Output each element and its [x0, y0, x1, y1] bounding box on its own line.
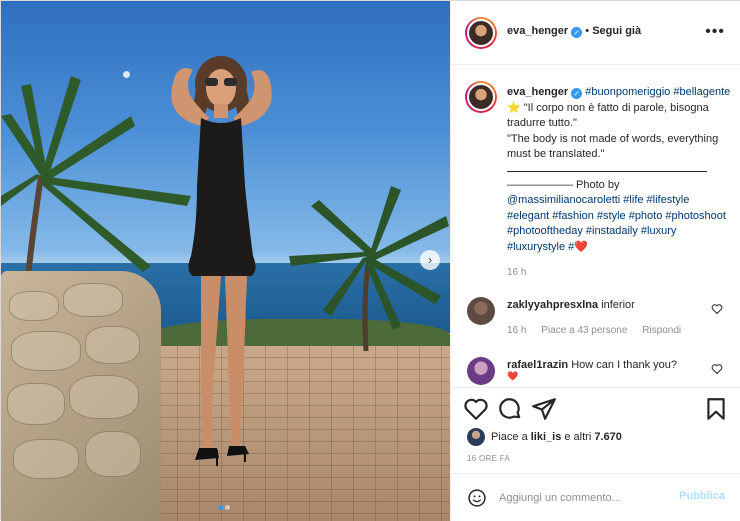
publish-button[interactable]: Pubblica — [679, 490, 725, 502]
heart-icon[interactable] — [711, 303, 723, 315]
likes-count[interactable]: 7.670 — [594, 431, 622, 443]
comment-text: inferior — [601, 299, 635, 311]
add-comment-bar: Pubblica — [451, 473, 740, 521]
avatar[interactable] — [467, 428, 485, 446]
instagram-post: › eva_henger ✓ • Segui già ••• eva_henge… — [0, 0, 740, 521]
heart-icon[interactable] — [711, 363, 723, 375]
chevron-right-icon[interactable]: › — [420, 250, 440, 270]
caption-avatar[interactable] — [465, 81, 497, 113]
comment-text: How can I thank you? — [571, 359, 678, 371]
credit-hashtags[interactable]: @massimilianocaroletti #life #lifestyle … — [507, 194, 726, 253]
bookmark-icon[interactable] — [703, 396, 729, 422]
follow-button[interactable]: Segui già — [592, 25, 641, 37]
heart-icon[interactable] — [463, 396, 489, 422]
verified-badge-icon: ✓ — [571, 88, 583, 99]
caption-username[interactable]: eva_henger — [507, 86, 568, 98]
action-bar: Piace a liki_is e altri 7.670 16 ORE FA — [451, 387, 740, 487]
carousel-dots — [217, 501, 231, 513]
star-emoji: ⭐ — [507, 101, 521, 114]
caption-time[interactable]: 16 h — [507, 265, 731, 281]
header-username[interactable]: eva_henger — [507, 25, 568, 37]
photo-credit-label: —————— Photo by — [507, 178, 620, 191]
carousel-dot — [225, 505, 230, 510]
caption-text-it: "Il corpo non è fatto di parole, bisogna… — [507, 101, 709, 130]
verified-badge-icon: ✓ — [571, 27, 583, 38]
comment-likes[interactable]: Piace a 43 persone — [541, 325, 627, 336]
post-photo[interactable]: › — [1, 1, 450, 521]
more-icon[interactable]: ••• — [705, 23, 725, 41]
avatar[interactable] — [467, 357, 495, 385]
comment-username[interactable]: rafael1razin — [507, 359, 568, 371]
hashtag-link[interactable]: #bellagente — [673, 86, 730, 98]
comment-input[interactable] — [499, 488, 669, 508]
likes-summary: Piace a liki_is e altri 7.670 — [467, 428, 622, 446]
share-icon[interactable] — [531, 396, 557, 422]
stone-wall — [1, 271, 161, 521]
post-side-panel: eva_henger ✓ • Segui già ••• eva_henger … — [450, 1, 740, 521]
heart-emoji: ❤️ — [574, 240, 588, 253]
comments-area: eva_henger ✓ #buonpomeriggio #bellagente… — [451, 65, 740, 387]
heart-emoji: ❤️ — [507, 371, 519, 381]
comment-icon[interactable] — [497, 396, 523, 422]
hashtag-link[interactable]: #buonpomeriggio — [585, 86, 670, 98]
caption-divider — [507, 170, 707, 172]
comment-username[interactable]: zaklyyahpresxlna — [507, 299, 598, 311]
carousel-dot — [218, 505, 223, 510]
caption-text-en: "The body is not made of words, everythi… — [507, 132, 719, 161]
post-header: eva_henger ✓ • Segui già ••• — [451, 1, 740, 65]
emoji-icon[interactable] — [467, 488, 487, 508]
comment-time[interactable]: 16 h — [507, 325, 526, 336]
liker-username[interactable]: liki_is — [531, 431, 562, 443]
post-date[interactable]: 16 ORE FA — [467, 454, 510, 463]
woman-figure — [171, 56, 272, 466]
avatar[interactable] — [465, 17, 497, 49]
reply-button[interactable]: Rispondi — [642, 325, 681, 336]
caption: eva_henger ✓ #buonpomeriggio #bellagente… — [507, 85, 731, 281]
avatar[interactable] — [467, 297, 495, 325]
